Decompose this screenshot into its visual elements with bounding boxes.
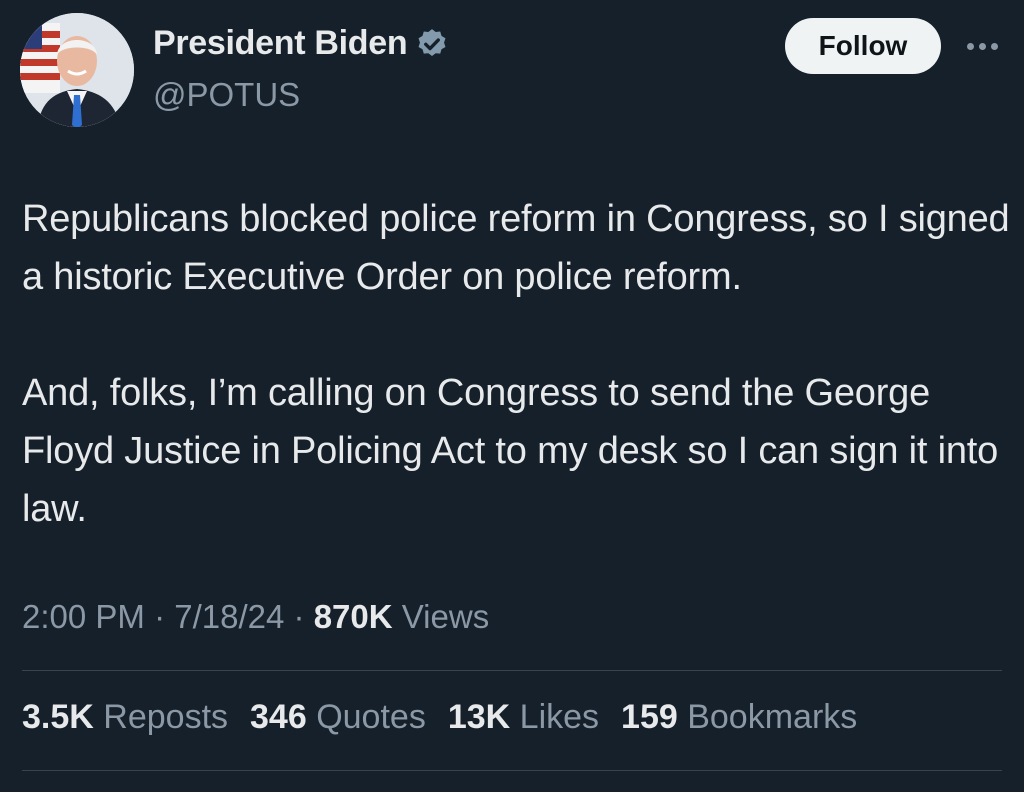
- bookmarks-stat[interactable]: 159 Bookmarks: [621, 698, 857, 737]
- tweet-paragraph-2: And, folks, I’m calling on Congress to s…: [22, 372, 999, 530]
- author-name[interactable]: President Biden: [153, 24, 449, 63]
- dot: [966, 42, 974, 50]
- dot: [978, 42, 986, 50]
- tweet-meta: 2:00 PM · 7/18/24 · 870K Views: [22, 598, 489, 636]
- divider: [22, 670, 1002, 671]
- quotes-label: Quotes: [316, 698, 426, 736]
- likes-count: 13K: [447, 698, 511, 736]
- bookmarks-count: 159: [621, 698, 678, 736]
- dot: [990, 42, 998, 50]
- author-name-text[interactable]: President Biden: [153, 24, 408, 63]
- separator: ·: [154, 598, 175, 635]
- views-count: 870K: [313, 598, 393, 635]
- tweet-time[interactable]: 2:00 PM: [22, 598, 145, 635]
- divider: [22, 770, 1002, 771]
- quotes-stat[interactable]: 346 Quotes: [250, 698, 426, 737]
- avatar[interactable]: [20, 13, 134, 127]
- reposts-stat[interactable]: 3.5K Reposts: [22, 698, 228, 737]
- profile-photo: [20, 13, 134, 127]
- more-options-icon[interactable]: [960, 28, 1004, 64]
- engagement-stats: 3.5K Reposts 346 Quotes 13K Likes 159 Bo…: [22, 698, 857, 737]
- flag-icon: [20, 23, 60, 93]
- reposts-count: 3.5K: [22, 698, 94, 736]
- quotes-count: 346: [250, 698, 307, 736]
- likes-label: Likes: [519, 698, 600, 736]
- reposts-label: Reposts: [103, 698, 229, 736]
- bookmarks-label: Bookmarks: [687, 698, 858, 736]
- tweet-date[interactable]: 7/18/24: [174, 598, 284, 635]
- follow-button[interactable]: Follow: [785, 18, 941, 74]
- separator: ·: [293, 598, 314, 635]
- tweet-paragraph-1: Republicans blocked police reform in Con…: [22, 198, 1010, 298]
- author-handle[interactable]: @POTUS: [153, 76, 300, 114]
- likes-stat[interactable]: 13K Likes: [448, 698, 599, 737]
- views-label: Views: [401, 598, 490, 635]
- verified-badge-icon: [418, 28, 446, 56]
- tweet-text: Republicans blocked police reform in Con…: [22, 190, 1012, 538]
